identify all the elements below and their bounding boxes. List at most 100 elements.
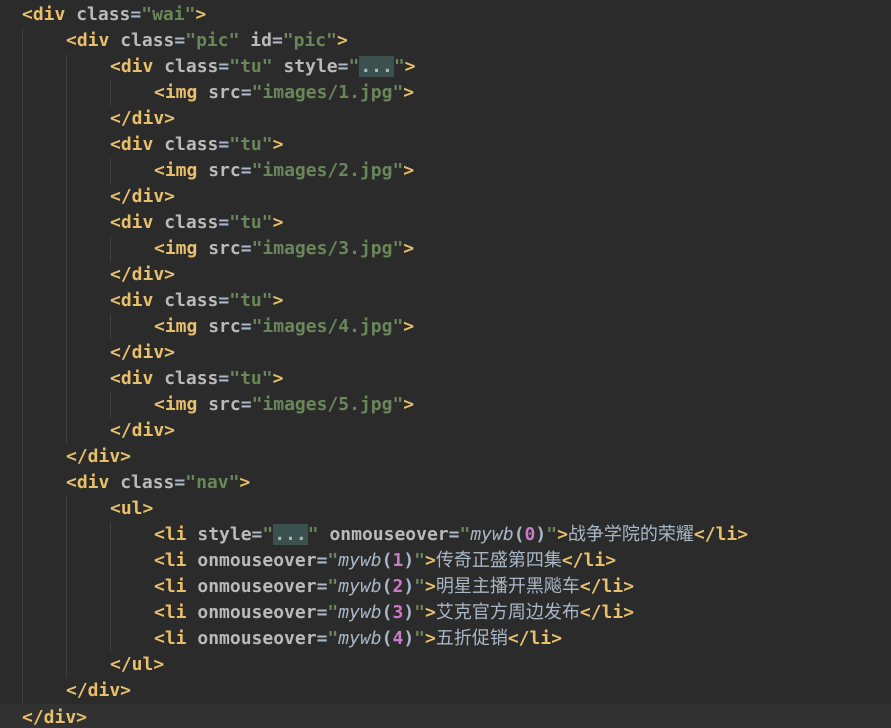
attribute-token: onmouseover xyxy=(329,524,449,545)
indent-guide xyxy=(22,106,23,132)
string-token: " xyxy=(327,576,339,597)
code-line[interactable]: <div class="tu"> xyxy=(0,132,891,158)
punctuation-token: = xyxy=(174,472,186,493)
indent-guide xyxy=(66,210,67,236)
code-line[interactable]: <div class="tu"> xyxy=(0,288,891,314)
indent-guide xyxy=(22,236,23,262)
punctuation-token: ( xyxy=(381,576,393,597)
code-text: <li onmouseover="mywb(2)">明星主播开黑飚车</li> xyxy=(154,574,634,600)
code-text: <li onmouseover="mywb(1)">传奇正盛第四集</li> xyxy=(154,548,616,574)
indent-guide xyxy=(66,262,67,288)
attribute-token: id xyxy=(250,30,272,51)
tag-token: <img xyxy=(154,394,198,415)
indent-guide xyxy=(110,158,111,184)
code-text: <div class="pic" id="pic"> xyxy=(66,28,348,54)
tag-token: </div> xyxy=(110,342,176,363)
code-line[interactable]: <div class="tu"> xyxy=(0,366,891,392)
code-line[interactable]: <div class="tu" style="..."> xyxy=(0,54,891,80)
code-line[interactable]: <div class="wai"> xyxy=(0,2,891,28)
punctuation-token: ) xyxy=(403,576,415,597)
code-line[interactable]: </div> xyxy=(0,444,891,470)
tag-token: <img xyxy=(154,316,198,337)
code-text: </div> xyxy=(66,444,131,470)
tag-token: <div xyxy=(110,134,154,155)
string-token: " xyxy=(327,628,339,649)
punctuation-token: = xyxy=(240,394,252,415)
tag-token: > xyxy=(403,160,415,181)
code-line[interactable]: <img src="images/3.jpg"> xyxy=(0,236,891,262)
code-text: </div> xyxy=(22,704,87,728)
code-line[interactable]: <li style="..." onmouseover="mywb(0)">战争… xyxy=(0,522,891,548)
code-line[interactable]: <div class="nav"> xyxy=(0,470,891,496)
indent-guide xyxy=(22,626,23,652)
string-token: " xyxy=(414,576,425,597)
indent-guide xyxy=(22,366,23,392)
number-token: 4 xyxy=(392,628,404,649)
attribute-token: class xyxy=(120,472,175,493)
code-line[interactable]: <div class="pic" id="pic"> xyxy=(0,28,891,54)
indent-guide xyxy=(66,340,67,366)
indent-guide xyxy=(66,600,67,626)
indent-guide xyxy=(22,54,23,80)
punctuation-token: ( xyxy=(513,524,525,545)
code-line[interactable]: <img src="images/1.jpg"> xyxy=(0,80,891,106)
code-line[interactable]: <li onmouseover="mywb(3)">艾克官方周边发布</li> xyxy=(0,600,891,626)
indent-guide xyxy=(66,106,67,132)
code-line[interactable]: <li onmouseover="mywb(2)">明星主播开黑飚车</li> xyxy=(0,574,891,600)
code-editor[interactable]: <div class="wai"> <div class="pic" id="pi… xyxy=(0,0,891,728)
tag-token: <div xyxy=(66,472,110,493)
tag-token: <div xyxy=(66,30,110,51)
function-name: mywb xyxy=(470,524,514,545)
code-line[interactable]: <li onmouseover="mywb(4)">五折促销</li> xyxy=(0,626,891,652)
folded-value[interactable]: ... xyxy=(359,56,394,77)
code-line[interactable]: <div class="tu"> xyxy=(0,210,891,236)
indent-guide xyxy=(110,574,111,600)
string-token: "pic" xyxy=(282,30,337,51)
attribute-token: class xyxy=(120,30,175,51)
code-line[interactable]: <img src="images/4.jpg"> xyxy=(0,314,891,340)
code-line-current[interactable]: </div> xyxy=(0,704,891,728)
punctuation-token: = xyxy=(218,56,230,77)
punctuation-token: ) xyxy=(403,602,415,623)
tag-token: <div xyxy=(110,56,154,77)
indent-guide xyxy=(22,496,23,522)
code-line[interactable]: </div> xyxy=(0,340,891,366)
code-line[interactable]: <img src="images/2.jpg"> xyxy=(0,158,891,184)
code-line[interactable]: </div> xyxy=(0,262,891,288)
code-text: </div> xyxy=(66,678,131,704)
indent-guide xyxy=(66,288,67,314)
tag-token: <li xyxy=(154,550,187,571)
code-line[interactable]: </div> xyxy=(0,418,891,444)
code-line[interactable]: </ul> xyxy=(0,652,891,678)
string-token: " xyxy=(459,524,471,545)
tag-token: > xyxy=(336,30,348,51)
punctuation-token: = xyxy=(316,602,328,623)
attribute-token: style xyxy=(197,524,252,545)
code-line[interactable]: <ul> xyxy=(0,496,891,522)
attribute-token: style xyxy=(283,56,338,77)
tag-token: </ul> xyxy=(110,654,165,675)
string-token: "pic" xyxy=(185,30,240,51)
code-line[interactable]: <li onmouseover="mywb(1)">传奇正盛第四集</li> xyxy=(0,548,891,574)
folded-value[interactable]: ... xyxy=(273,524,308,545)
string-token: " xyxy=(414,602,425,623)
code-line[interactable]: <img src="images/5.jpg"> xyxy=(0,392,891,418)
indent-guide xyxy=(66,496,67,522)
punctuation-token: = xyxy=(174,30,186,51)
tag-token: </div> xyxy=(22,707,88,728)
tag-token: > xyxy=(403,316,415,337)
tag-token: <div xyxy=(110,368,154,389)
tag-token: </div> xyxy=(110,264,176,285)
code-line[interactable]: </div> xyxy=(0,184,891,210)
indent-guide xyxy=(110,626,111,652)
code-line[interactable]: </div> xyxy=(0,106,891,132)
indent-guide xyxy=(22,548,23,574)
string-token: " xyxy=(546,524,558,545)
code-line[interactable]: </div> xyxy=(0,678,891,704)
